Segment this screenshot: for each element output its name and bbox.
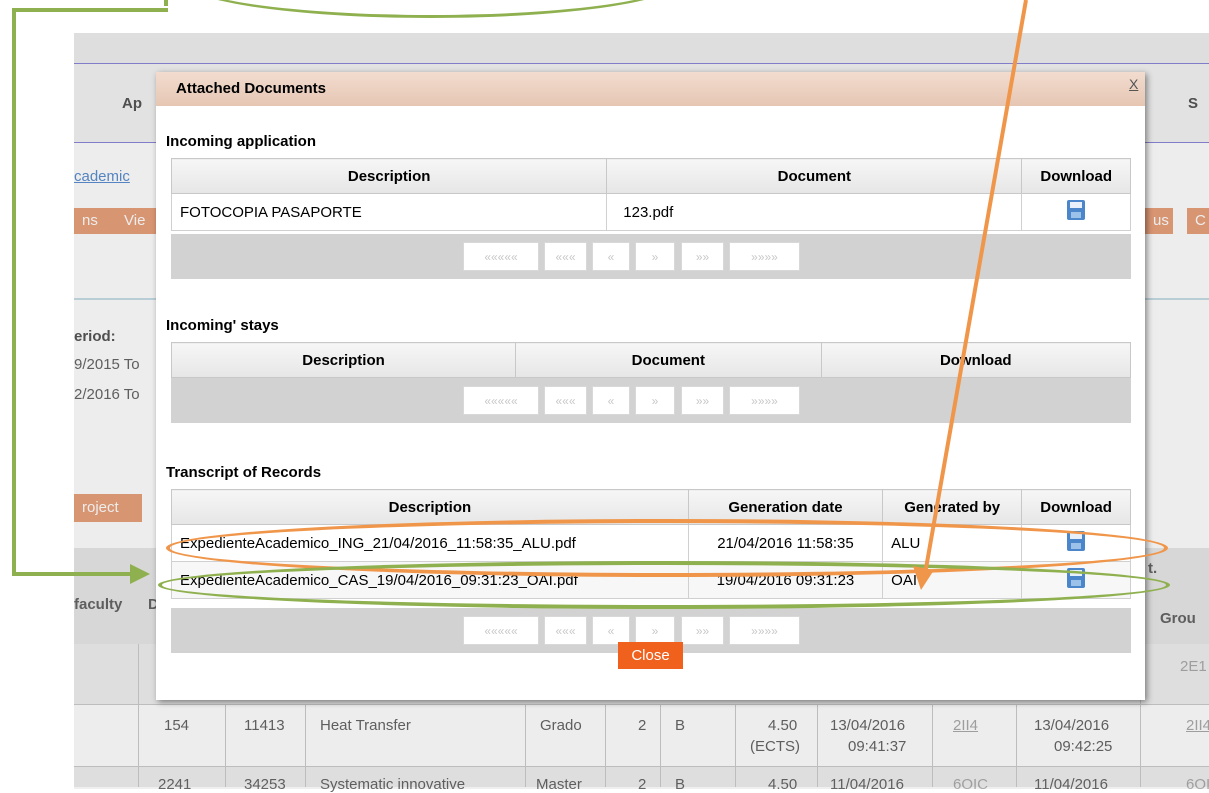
column-header: Generated by — [882, 489, 1023, 525]
pager-last-button[interactable]: »»»» — [729, 386, 800, 415]
green-annotation-line — [164, 0, 168, 6]
pager-prev-button[interactable]: « — [592, 242, 630, 271]
green-annotation-line — [12, 572, 132, 576]
section-title-stays: Incoming' stays — [166, 317, 279, 334]
download-cell — [1021, 193, 1131, 231]
pager-prev-button[interactable]: « — [592, 616, 630, 645]
green-highlight-ellipse — [158, 561, 1170, 609]
pager-next-10-button[interactable]: »» — [681, 616, 724, 645]
application-table: Description Document Download FOTOCOPIA … — [170, 158, 1131, 231]
modal-titlebar: Attached Documents X — [156, 72, 1145, 106]
column-header: Document — [515, 342, 822, 378]
green-annotation-line — [12, 8, 168, 12]
pager-first-button[interactable]: ««««« — [463, 242, 539, 271]
document-cell: 123.pdf — [606, 193, 1023, 231]
close-icon[interactable]: X — [1129, 76, 1138, 92]
pager-prev-10-button[interactable]: ««« — [544, 386, 587, 415]
pager-first-button[interactable]: ««««« — [463, 386, 539, 415]
pager-last-button[interactable]: »»»» — [729, 616, 800, 645]
pager-prev-button[interactable]: « — [592, 386, 630, 415]
column-header: Document — [606, 158, 1023, 194]
pager-first-button[interactable]: ««««« — [463, 616, 539, 645]
table-row: FOTOCOPIA PASAPORTE 123.pdf — [170, 193, 1131, 231]
column-header: Description — [170, 158, 608, 194]
section-title-application: Incoming application — [166, 133, 317, 150]
green-annotation-line — [12, 8, 16, 576]
column-header: Description — [170, 342, 517, 378]
close-button[interactable]: Close — [618, 642, 683, 669]
pager-next-button[interactable]: » — [635, 242, 675, 271]
save-icon[interactable] — [1067, 200, 1086, 220]
section-title-transcript: Transcript of Records — [166, 464, 322, 481]
column-header: Download — [820, 342, 1132, 378]
pager-last-button[interactable]: »»»» — [729, 242, 800, 271]
modal-title: Attached Documents — [176, 80, 327, 97]
pager-next-button[interactable]: » — [635, 616, 675, 645]
pager-prev-10-button[interactable]: ««« — [544, 616, 587, 645]
pager-next-button[interactable]: » — [635, 386, 675, 415]
column-header: Download — [1021, 158, 1131, 194]
pager-next-10-button[interactable]: »» — [681, 386, 724, 415]
column-header: Download — [1021, 489, 1131, 525]
description-cell: FOTOCOPIA PASAPORTE — [170, 193, 608, 231]
pager-next-10-button[interactable]: »» — [681, 242, 724, 271]
stays-table: Description Document Download — [170, 342, 1132, 378]
pager-prev-10-button[interactable]: ««« — [544, 242, 587, 271]
pager: ««««« ««« « » »» »»»» — [171, 378, 1131, 423]
pager: ««««« ««« « » »» »»»» — [171, 234, 1131, 279]
